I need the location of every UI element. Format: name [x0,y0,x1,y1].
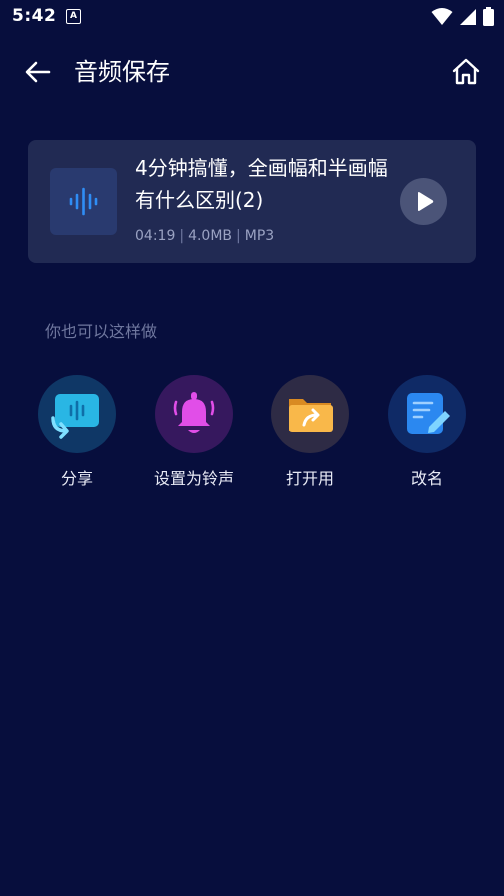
audio-duration: 04:19 [135,228,176,244]
audio-wave-icon [69,187,98,216]
back-button[interactable] [22,56,54,88]
rename-action[interactable]: 改名 [372,375,482,489]
action-row: 分享 设置为铃声 打开用 改名 [0,375,504,495]
status-bar: 5:42 A [0,0,504,34]
rename-icon [407,393,450,434]
meta-separator: | [236,228,241,244]
audio-thumbnail [50,168,117,235]
share-label: 分享 [60,469,93,488]
audio-size: 4.0MB [188,228,233,244]
actions-hint: 你也可以这样做 [45,322,158,341]
open-with-label: 打开用 [285,469,334,488]
status-icons [431,7,494,26]
audio-file-card[interactable]: 4分钟搞懂，全画幅和半画幅有什么区别(2) 04:19 | 4.0MB | MP… [28,140,476,263]
rename-label: 改名 [410,469,443,488]
open-with-action-circle [271,375,349,453]
top-app-bar: 音频保存 [0,42,504,102]
notification-a-icon: A [66,9,81,24]
open-with-action[interactable]: 打开用 [255,375,365,489]
meta-separator: | [179,228,185,244]
set-ringtone-action-circle [155,375,233,453]
bell-icon [173,392,215,433]
share-icon [51,394,99,439]
audio-format: MP3 [244,228,275,244]
audio-file-title: 4分钟搞懂，全画幅和半画幅有什么区别(2) [135,156,388,212]
status-time: 5:42 [12,6,57,26]
play-button[interactable] [400,178,447,225]
home-icon [452,58,480,85]
home-button[interactable] [450,56,482,88]
audio-file-meta: 04:19 | 4.0MB | MP3 [135,228,274,244]
set-ringtone-action[interactable]: 设置为铃声 [139,375,249,489]
share-action[interactable]: 分享 [22,375,132,489]
folder-open-icon [289,399,333,432]
arrow-left-icon [25,61,51,83]
share-action-circle [38,375,116,453]
set-ringtone-label: 设置为铃声 [153,469,234,488]
wifi-icon [431,7,453,25]
battery-icon [483,7,494,26]
signal-icon [460,8,476,25]
rename-action-circle [388,375,466,453]
play-icon [418,192,434,211]
page-title: 音频保存 [74,58,170,86]
